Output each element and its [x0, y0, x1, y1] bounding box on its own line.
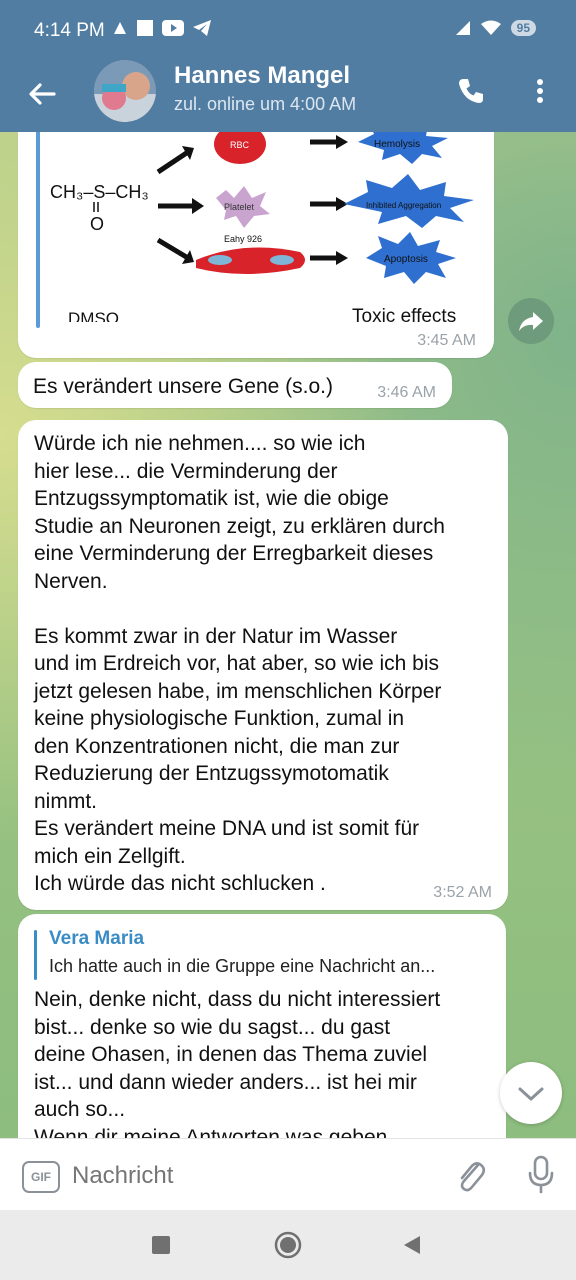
message-line: jetzt gelesen habe, im menschlichen Körp… [34, 679, 442, 703]
telegram-icon [193, 20, 211, 36]
status-bar: 4:14 PM 95 [0, 0, 576, 60]
reply-author: Vera Maria [49, 928, 145, 949]
chat-area[interactable]: CH₃–S–CH₃ O RBC Platelet Eahy 926 Hemoly… [0, 132, 576, 1138]
message-input[interactable] [70, 1155, 434, 1197]
signal-icon [455, 21, 470, 35]
forward-button[interactable] [508, 298, 554, 344]
formula-text: CH₃–S–CH₃ [50, 182, 149, 202]
chat-title[interactable]: Hannes Mangel [174, 62, 350, 90]
message-bubble[interactable]: Würde ich nie nehmen.... so wie ich hier… [18, 420, 508, 910]
reply-quote[interactable]: Vera Maria Ich hatte auch in die Gruppe … [34, 928, 494, 980]
reply-message-bubble[interactable]: Vera Maria Ich hatte auch in die Gruppe … [18, 914, 506, 1138]
notification-icon [114, 22, 126, 34]
avatar[interactable] [94, 60, 156, 122]
message-line: Nerven. [34, 569, 108, 593]
apoptosis-label: Apoptosis [384, 254, 428, 265]
message-line: ist... und dann wieder anders... ist hei… [34, 1070, 417, 1094]
message-time: 3:52 AM [433, 884, 492, 901]
recents-icon[interactable] [151, 1235, 171, 1255]
message-line: nimmt. [34, 789, 97, 813]
reply-preview: Ich hatte auch in die Gruppe eine Nachri… [49, 956, 436, 976]
message-line: Wenn dir meine Antworten was geben [34, 1125, 388, 1139]
square-icon [137, 20, 153, 36]
message-line: Es kommt zwar in der Natur im Wasser [34, 624, 398, 648]
microphone-icon[interactable] [526, 1155, 556, 1195]
image-message[interactable]: CH₃–S–CH₃ O RBC Platelet Eahy 926 Hemoly… [18, 132, 494, 358]
last-seen-status: zul. online um 4:00 AM [174, 94, 357, 114]
reply-bar [34, 930, 37, 980]
message-line: Studie an Neuronen zeigt, zu erklären du… [34, 514, 445, 538]
chat-header: Hannes Mangel zul. online um 4:00 AM [0, 60, 576, 132]
message-line: mich ein Zellgift. [34, 844, 186, 868]
phone-icon[interactable] [456, 76, 486, 106]
attach-icon[interactable] [454, 1155, 488, 1195]
message-line: Reduzierung der Entzugssymotomatik [34, 762, 389, 785]
rbc-label: RBC [230, 140, 250, 150]
message-line: hier lese... die Verminderung der [34, 459, 338, 483]
message-line: Ich würde das nicht schlucken . [34, 872, 326, 895]
message-text: Würde ich nie nehmen.... so wie ich hier… [34, 430, 498, 898]
message-line [34, 595, 498, 623]
back-arrow-icon[interactable] [24, 76, 60, 112]
wifi-icon [480, 20, 501, 35]
message-text: Nein, denke nicht, dass du nicht interes… [34, 986, 498, 1138]
scroll-down-button[interactable] [500, 1062, 562, 1124]
formula-o: O [90, 214, 104, 234]
message-line: Entzugssymptomatik ist, wie die obige [34, 487, 389, 510]
dmso-diagram-image[interactable]: CH₃–S–CH₃ O RBC Platelet Eahy 926 Hemoly… [48, 132, 488, 322]
message-bubble[interactable]: Es verändert unsere Gene (s.o.) 3:46 AM [18, 362, 452, 408]
message-line: deine Ohasen, in denen das Thema zuviel [34, 1043, 428, 1066]
quote-bar [36, 132, 40, 328]
message-line: Würde ich nie nehmen.... so wie ich [34, 432, 366, 455]
notification-icons [112, 19, 212, 37]
aggregation-label: Inhibited Aggregation [366, 201, 441, 210]
back-nav-icon[interactable] [401, 1234, 423, 1256]
chevron-down-icon [518, 1087, 544, 1101]
message-line: auch so... [34, 1098, 126, 1121]
system-navigation-bar [0, 1210, 576, 1280]
message-text: Es verändert unsere Gene (s.o.) [33, 375, 333, 398]
home-icon[interactable] [273, 1230, 303, 1260]
message-line: den Konzentrationen nicht, die man zur [34, 734, 400, 758]
eahy-label: Eahy 926 [224, 234, 262, 244]
message-time: 3:46 AM [377, 384, 436, 401]
message-line: Nein, denke nicht, dass du nicht interes… [34, 988, 441, 1011]
status-time: 4:14 PM [34, 20, 105, 41]
share-arrow-icon [519, 312, 543, 331]
battery-indicator: 95 [510, 20, 536, 36]
toxic-caption: Toxic effects [352, 306, 456, 322]
gif-button[interactable]: GIF [22, 1161, 60, 1193]
hemolysis-label: Hemolysis [374, 139, 420, 150]
message-line: und im Erdreich vor, hat aber, so wie ic… [34, 652, 440, 675]
message-line: eine Verminderung der Erregbarkeit diese… [34, 542, 434, 565]
message-time: 3:45 AM [417, 332, 476, 349]
more-options-icon[interactable] [530, 76, 550, 106]
message-line: keine physiologische Funktion, zumal in [34, 707, 405, 730]
system-icons: 95 [455, 20, 536, 36]
dmso-caption: DMSO [68, 309, 119, 322]
platelet-label: Platelet [224, 202, 255, 212]
youtube-icon [162, 20, 184, 36]
message-line: Es verändert meine DNA und ist somit für [34, 817, 420, 840]
message-input-bar: GIF [0, 1138, 576, 1211]
message-line: bist... denke so wie du sagst... du gast [34, 1015, 391, 1039]
